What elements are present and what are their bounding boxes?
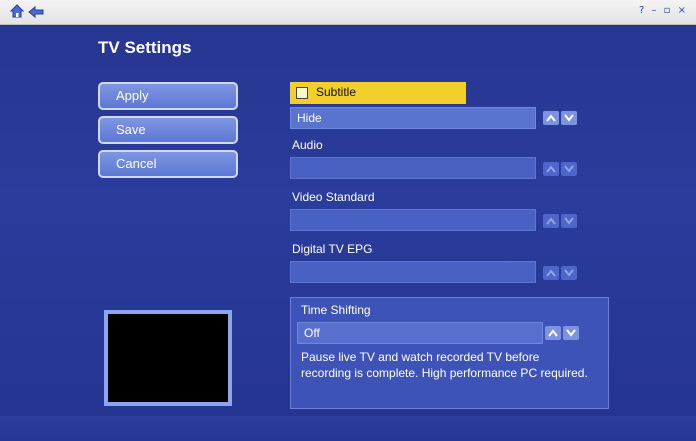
time-shifting-select[interactable]: Off: [297, 322, 543, 344]
audio-select[interactable]: [290, 157, 536, 179]
tv-settings-screen: ? – ▫ × TV Settings Apply Save Cancel Su…: [0, 0, 696, 441]
subtitle-checkbox[interactable]: [296, 87, 308, 99]
chevron-up-icon[interactable]: [543, 111, 559, 125]
time-shifting-label: Time Shifting: [301, 303, 371, 317]
chevron-up-icon[interactable]: [545, 326, 561, 340]
subtitle-select[interactable]: Hide: [290, 107, 536, 129]
save-button[interactable]: Save: [98, 116, 238, 144]
page-title: TV Settings: [98, 38, 192, 57]
chevron-down-icon[interactable]: [561, 162, 577, 176]
chevron-down-icon[interactable]: [561, 214, 577, 228]
home-icon[interactable]: [9, 4, 25, 18]
digital-tv-epg-spinner[interactable]: [543, 266, 579, 280]
subtitle-label: Subtitle: [316, 85, 357, 99]
apply-button[interactable]: Apply: [98, 82, 238, 110]
subtitle-spinner[interactable]: [543, 111, 579, 125]
chevron-up-icon[interactable]: [543, 162, 559, 176]
bottom-band: [0, 416, 696, 441]
back-icon[interactable]: [28, 5, 44, 19]
chevron-down-icon[interactable]: [563, 326, 579, 340]
window-controls[interactable]: ? – ▫ ×: [639, 5, 688, 16]
chevron-down-icon[interactable]: [561, 111, 577, 125]
time-shifting-panel: Time Shifting Off Pause live TV and watc…: [290, 297, 609, 409]
chevron-up-icon[interactable]: [543, 266, 559, 280]
video-standard-spinner[interactable]: [543, 214, 579, 228]
digital-tv-epg-select[interactable]: [290, 261, 536, 283]
tv-preview-window: [104, 310, 232, 406]
time-shifting-description: Pause live TV and watch recorded TV befo…: [301, 350, 588, 380]
audio-spinner[interactable]: [543, 162, 579, 176]
chevron-down-icon[interactable]: [561, 266, 577, 280]
cancel-button[interactable]: Cancel: [98, 150, 238, 178]
digital-tv-epg-label: Digital TV EPG: [292, 242, 373, 256]
video-standard-label: Video Standard: [292, 190, 375, 204]
chevron-up-icon[interactable]: [543, 214, 559, 228]
time-shifting-spinner[interactable]: [545, 326, 581, 340]
subtitle-checkbox-row[interactable]: Subtitle: [290, 82, 466, 104]
top-bar: ? – ▫ ×: [0, 0, 696, 25]
video-standard-select[interactable]: [290, 209, 536, 231]
audio-label: Audio: [292, 138, 323, 152]
